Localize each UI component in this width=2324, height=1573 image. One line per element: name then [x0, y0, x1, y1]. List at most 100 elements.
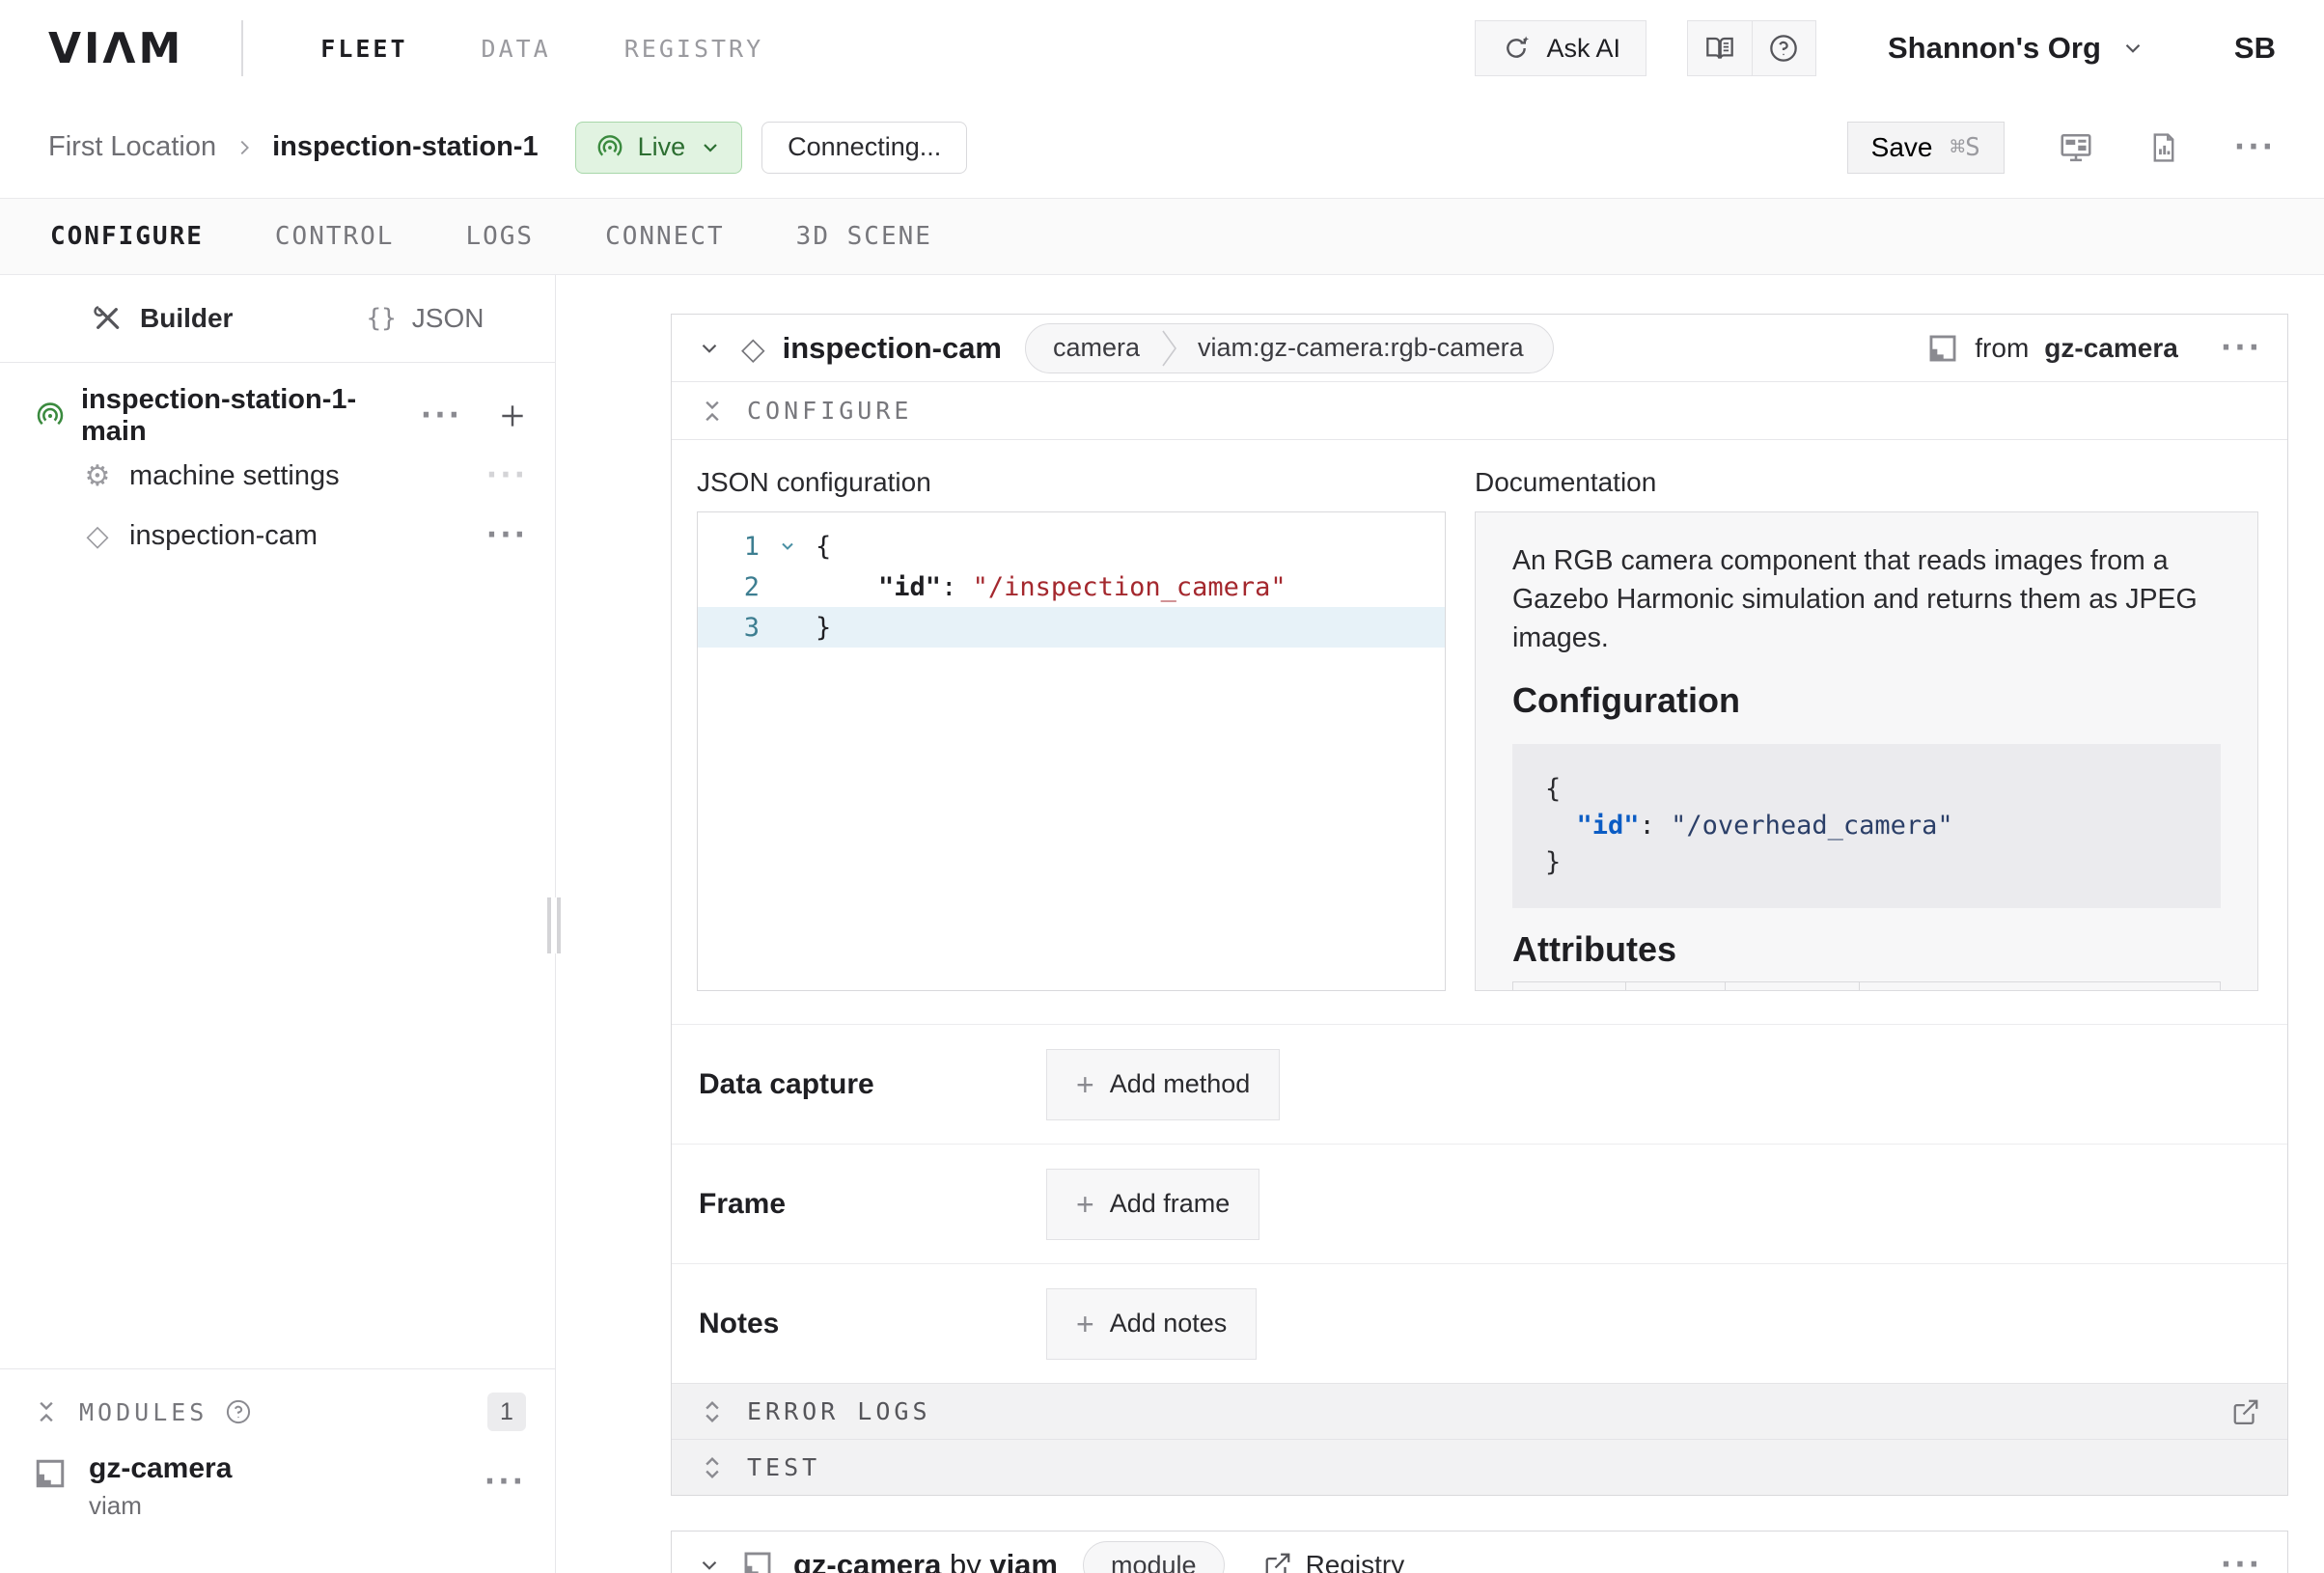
- ask-ai-button[interactable]: Ask AI: [1475, 20, 1646, 76]
- tree-item-machine-part[interactable]: inspection-station-1-main ···: [0, 386, 555, 446]
- save-shortcut: ⌘S: [1950, 133, 1979, 162]
- module-card-title: gz-camera by viam: [793, 1548, 1058, 1573]
- chevron-down-icon[interactable]: [697, 336, 722, 361]
- component-menu-icon[interactable]: ···: [2221, 334, 2262, 363]
- plus-icon: +: [1076, 1309, 1094, 1339]
- data-capture-row: Data capture + Add method: [672, 1024, 2287, 1144]
- json-config-column: JSON configuration 1 { 2: [697, 467, 1446, 1024]
- add-component-icon[interactable]: [497, 400, 528, 431]
- nav-item-fleet[interactable]: FLEET: [320, 35, 407, 63]
- line-number: 2: [698, 572, 760, 602]
- more-actions-icon[interactable]: ···: [2234, 133, 2276, 162]
- tag-separator: [1159, 323, 1180, 373]
- component-card: ◇ inspection-cam camera viam:gz-camera:r…: [671, 314, 2288, 1496]
- configure-section-title: CONFIGURE: [747, 397, 912, 425]
- nav-item-registry[interactable]: REGISTRY: [624, 35, 763, 63]
- module-card-menu-icon[interactable]: ···: [2221, 1551, 2262, 1573]
- editor-line: 2 "id": "/inspection_camera": [698, 566, 1445, 607]
- module-icon: [741, 1549, 774, 1573]
- json-mode-toggle[interactable]: {} JSON: [366, 303, 484, 334]
- primary-nav: FLEET DATA REGISTRY: [320, 35, 763, 63]
- broadcast-icon: [595, 133, 624, 162]
- doc-configuration-heading: Configuration: [1512, 680, 2221, 721]
- connecting-button[interactable]: Connecting...: [761, 122, 967, 174]
- notes-row: Notes + Add notes: [672, 1263, 2287, 1383]
- ask-ai-label: Ask AI: [1546, 34, 1620, 64]
- viam-logo[interactable]: VIΛM: [48, 24, 183, 73]
- test-bar[interactable]: TEST: [672, 1439, 2287, 1495]
- doc-code-block: { "id": "/overhead_camera" }: [1512, 744, 2221, 908]
- registry-link[interactable]: Registry: [1263, 1550, 1405, 1573]
- code-text: }: [816, 613, 831, 643]
- add-method-button[interactable]: + Add method: [1046, 1049, 1280, 1120]
- modules-header[interactable]: MODULES 1: [33, 1391, 526, 1433]
- monitor-dashboard-icon[interactable]: [2059, 130, 2093, 165]
- plus-icon: +: [1076, 1189, 1094, 1220]
- line-number: 1: [698, 532, 760, 562]
- report-file-icon[interactable]: [2147, 131, 2180, 164]
- org-name: Shannon's Org: [1888, 31, 2101, 66]
- machinebar-actions: Save ⌘S ···: [1847, 122, 2276, 174]
- add-frame-button[interactable]: + Add frame: [1046, 1169, 1259, 1240]
- configure-section-bar[interactable]: CONFIGURE: [672, 382, 2287, 440]
- tab-connect[interactable]: CONNECT: [605, 222, 725, 251]
- chevron-right-icon: [234, 137, 255, 158]
- doc-attributes-heading: Attributes: [1512, 929, 2221, 970]
- help-circle-icon[interactable]: [1752, 21, 1815, 75]
- docs-book-icon[interactable]: [1688, 21, 1752, 75]
- help-circle-icon[interactable]: [225, 1398, 252, 1425]
- save-button[interactable]: Save ⌘S: [1847, 122, 2005, 174]
- external-link-icon[interactable]: [2231, 1397, 2260, 1426]
- module-icon: [33, 1456, 68, 1491]
- chevron-down-icon[interactable]: [697, 1553, 722, 1573]
- live-status-badge[interactable]: Live: [575, 122, 743, 174]
- config-main: ◇ inspection-cam camera viam:gz-camera:r…: [556, 275, 2324, 1573]
- tab-control[interactable]: CONTROL: [275, 222, 395, 251]
- documentation-column: Documentation An RGB camera component th…: [1475, 467, 2258, 1024]
- item-menu-icon[interactable]: ···: [486, 521, 528, 550]
- tree-item-inspection-cam[interactable]: ◇ inspection-cam ···: [0, 506, 555, 566]
- error-logs-bar[interactable]: ERROR LOGS: [672, 1383, 2287, 1439]
- machine-tabs: CONFIGURE CONTROL LOGS CONNECT 3D SCENE: [0, 198, 2324, 275]
- ai-refresh-sparkle-icon: [1501, 33, 1532, 64]
- json-config-editor[interactable]: 1 { 2 "id": "/inspection_camera": [697, 511, 1446, 991]
- expand-icon: [699, 1454, 726, 1481]
- org-switcher[interactable]: Shannon's Org: [1888, 31, 2145, 66]
- top-navbar: VIΛM FLEET DATA REGISTRY Ask AI: [0, 0, 2324, 97]
- test-title: TEST: [747, 1453, 820, 1481]
- sidebar-resize-handle[interactable]: [545, 897, 563, 953]
- notes-label: Notes: [699, 1308, 1046, 1340]
- json-config-label: JSON configuration: [697, 467, 1446, 498]
- builder-mode-toggle[interactable]: Builder: [92, 303, 233, 334]
- tab-configure[interactable]: CONFIGURE: [50, 222, 204, 251]
- tree-item-machine-settings[interactable]: ⚙ machine settings ···: [0, 446, 555, 506]
- error-logs-title: ERROR LOGS: [747, 1397, 931, 1425]
- nav-item-data[interactable]: DATA: [482, 35, 551, 63]
- collapse-icon[interactable]: [699, 398, 726, 425]
- breadcrumb-machine-name: inspection-station-1: [272, 131, 539, 163]
- item-menu-icon[interactable]: ···: [486, 461, 528, 490]
- viam-app: VIΛM FLEET DATA REGISTRY Ask AI: [0, 0, 2324, 1573]
- doc-attributes-table: [1512, 981, 2221, 991]
- fold-chevron-icon[interactable]: [760, 537, 816, 556]
- tab-3d-scene[interactable]: 3D SCENE: [796, 222, 932, 251]
- module-list-item[interactable]: gz-camera viam ···: [33, 1452, 526, 1521]
- collapse-icon[interactable]: [33, 1398, 60, 1425]
- chevron-down-icon: [699, 136, 722, 159]
- code-text: "id": "/inspection_camera": [816, 572, 1286, 602]
- gear-icon: ⚙: [81, 459, 114, 493]
- avatar[interactable]: SB: [2234, 31, 2276, 66]
- tab-logs[interactable]: LOGS: [465, 222, 534, 251]
- nav-right-group: Ask AI: [1475, 20, 2276, 76]
- add-notes-button[interactable]: + Add notes: [1046, 1288, 1257, 1360]
- documentation-panel: An RGB camera component that reads image…: [1475, 511, 2258, 991]
- part-menu-icon[interactable]: ···: [421, 401, 462, 430]
- modules-count-badge: 1: [487, 1393, 526, 1431]
- braces-icon: {}: [366, 304, 396, 333]
- registry-label: Registry: [1306, 1550, 1405, 1573]
- help-button-group: [1687, 20, 1816, 76]
- breadcrumb-location[interactable]: First Location: [48, 131, 216, 163]
- modules-title: MODULES: [79, 1398, 208, 1426]
- editor-line: 1 {: [698, 526, 1445, 566]
- module-menu-icon[interactable]: ···: [484, 1468, 526, 1497]
